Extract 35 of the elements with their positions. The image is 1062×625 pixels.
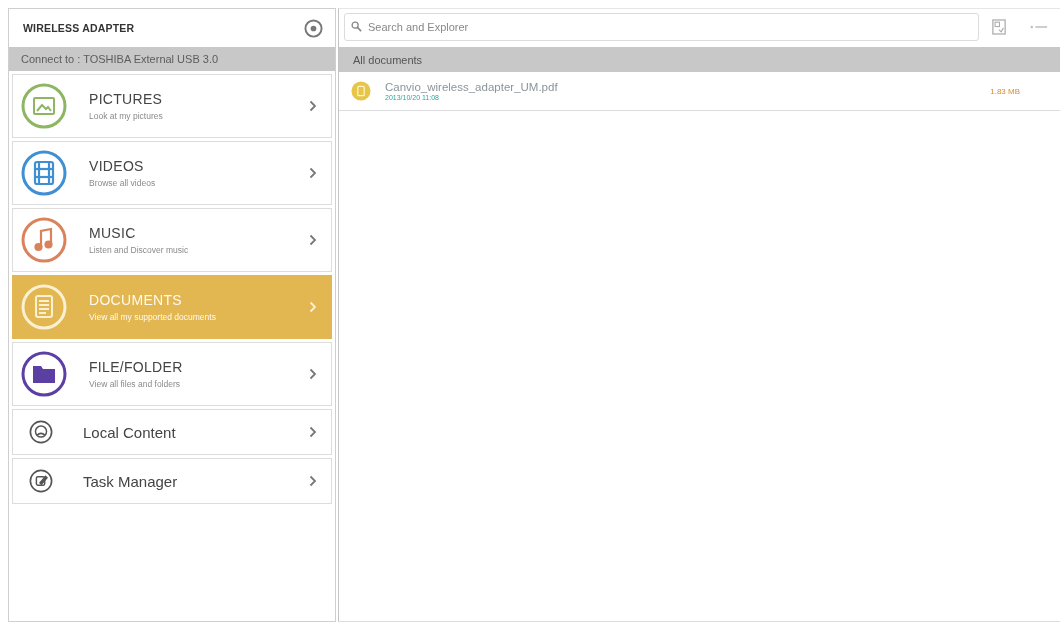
item-subtitle: Browse all videos xyxy=(89,178,156,188)
nav-item[interactable]: Task Manager xyxy=(12,458,332,504)
item-title: MUSIC xyxy=(89,225,136,241)
nav-item[interactable]: Local Content xyxy=(12,409,332,455)
app-title: WIRELESS ADAPTER xyxy=(23,22,135,34)
chevron-icon xyxy=(309,100,317,112)
file-size: 1.83 MB xyxy=(990,86,1020,96)
item-title: DOCUMENTS xyxy=(89,292,182,308)
item-subtitle: View all my supported documents xyxy=(89,312,216,322)
frame-icon[interactable] xyxy=(992,19,1006,35)
search-field[interactable]: Search and Explorer xyxy=(344,13,979,41)
file-name: Canvio_wireless_adapter_UM.pdf xyxy=(385,81,558,93)
section-header: All documents xyxy=(339,47,1060,72)
chevron-icon xyxy=(309,167,317,179)
chevron-icon xyxy=(309,426,317,438)
item-title: FILE/FOLDER xyxy=(89,359,183,375)
target-icon[interactable] xyxy=(304,18,323,38)
item-title: VIDEOS xyxy=(89,158,144,174)
nav-item[interactable]: VIDEOS Browse all videos xyxy=(12,141,332,205)
chevron-icon xyxy=(309,234,317,246)
document-icon xyxy=(21,284,67,330)
chevron-icon xyxy=(309,475,317,487)
item-subtitle: Look at my pictures xyxy=(89,111,163,121)
search-icon xyxy=(351,21,362,32)
chevron-icon xyxy=(309,301,317,313)
nav-item[interactable]: PICTURES Look at my pictures xyxy=(12,74,332,138)
item-title: PICTURES xyxy=(89,91,163,107)
item-subtitle: View all files and folders xyxy=(89,379,181,389)
chevron-icon xyxy=(309,368,317,380)
nav-item[interactable]: FILE/FOLDER View all files and folders xyxy=(12,342,332,406)
document-icon xyxy=(351,81,371,101)
nav-item[interactable]: MUSIC Listen and Discover music xyxy=(12,208,332,272)
dot-dash-icon[interactable] xyxy=(1030,25,1048,29)
connection-bar: Connect to : TOSHIBA External USB 3.0 xyxy=(9,47,335,71)
item-subtitle: Listen and Discover music xyxy=(89,245,189,255)
